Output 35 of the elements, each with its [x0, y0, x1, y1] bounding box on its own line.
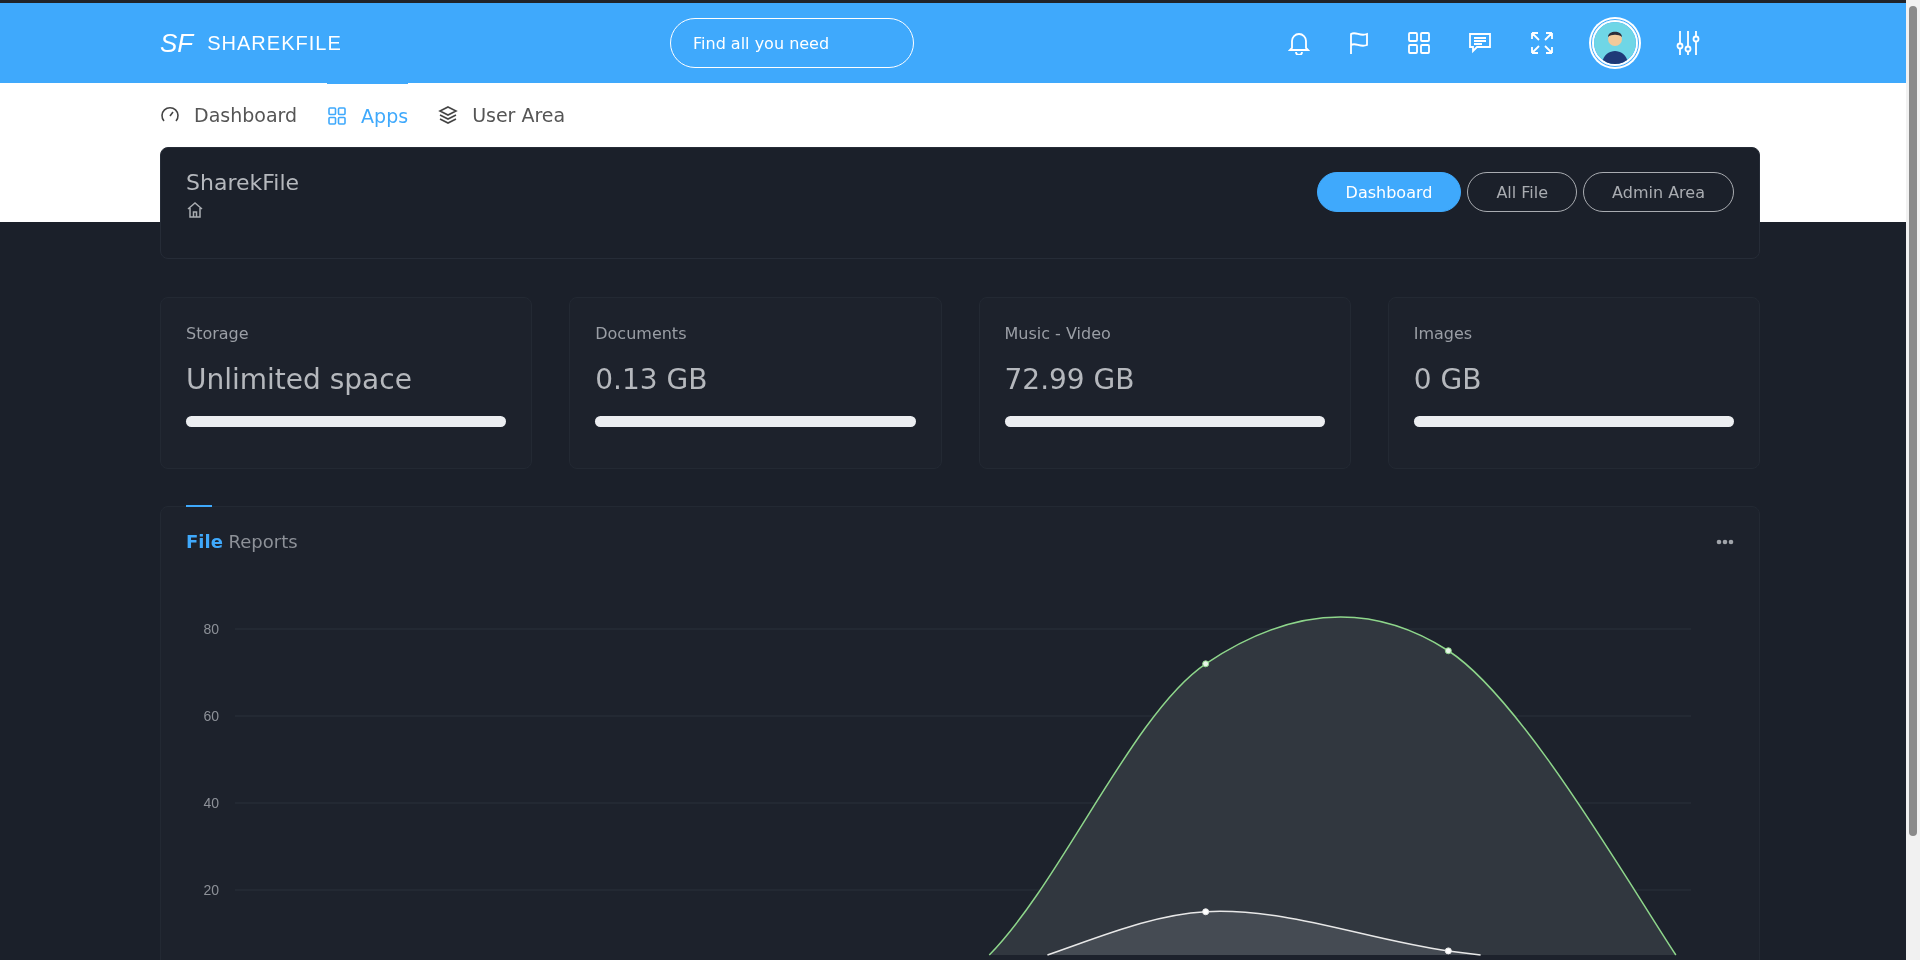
stat-label: Images — [1413, 324, 1474, 343]
fullscreen-icon[interactable] — [1530, 31, 1554, 55]
page-title: SharekFile — [186, 170, 300, 195]
stat-value: 0 GB — [1413, 363, 1483, 396]
search-field[interactable]: Find all you need — [670, 18, 914, 68]
bell-icon[interactable] — [1288, 31, 1310, 55]
stat-value: 72.99 GB — [1004, 363, 1136, 396]
chat-icon[interactable] — [1468, 32, 1492, 54]
stat-label: Storage — [186, 324, 250, 343]
data-point — [1202, 660, 1210, 668]
stat-label: Music - Video — [1004, 324, 1112, 343]
nav-tab[interactable]: Dashboard — [160, 83, 298, 147]
logo-mark: SF — [160, 27, 194, 59]
grid-icon[interactable] — [1408, 32, 1430, 54]
stat-value: Unlimited space — [186, 363, 413, 396]
stat-value: 0.13 GB — [595, 363, 709, 396]
sliders-icon[interactable] — [1676, 30, 1700, 56]
stat-label: Documents — [595, 324, 688, 343]
home-icon[interactable] — [186, 201, 204, 219]
grid-icon — [327, 105, 348, 126]
data-point — [1444, 647, 1452, 655]
flag-icon[interactable] — [1348, 31, 1370, 55]
y-axis-label: 60 — [203, 708, 219, 724]
data-point — [1444, 947, 1452, 955]
scrollbar[interactable] — [1906, 0, 1920, 960]
y-axis-label: 20 — [203, 882, 219, 898]
avatar[interactable] — [1592, 20, 1638, 66]
report-title: File Reports — [186, 531, 298, 552]
data-point — [1202, 908, 1210, 916]
y-axis-label: 80 — [203, 621, 219, 637]
more-icon[interactable] — [1716, 538, 1734, 545]
layers-icon — [438, 105, 459, 125]
nav-tab[interactable]: User Area — [438, 83, 566, 147]
brand-name: SHAREKFILE — [207, 31, 342, 55]
y-axis-label: 40 — [203, 795, 219, 811]
